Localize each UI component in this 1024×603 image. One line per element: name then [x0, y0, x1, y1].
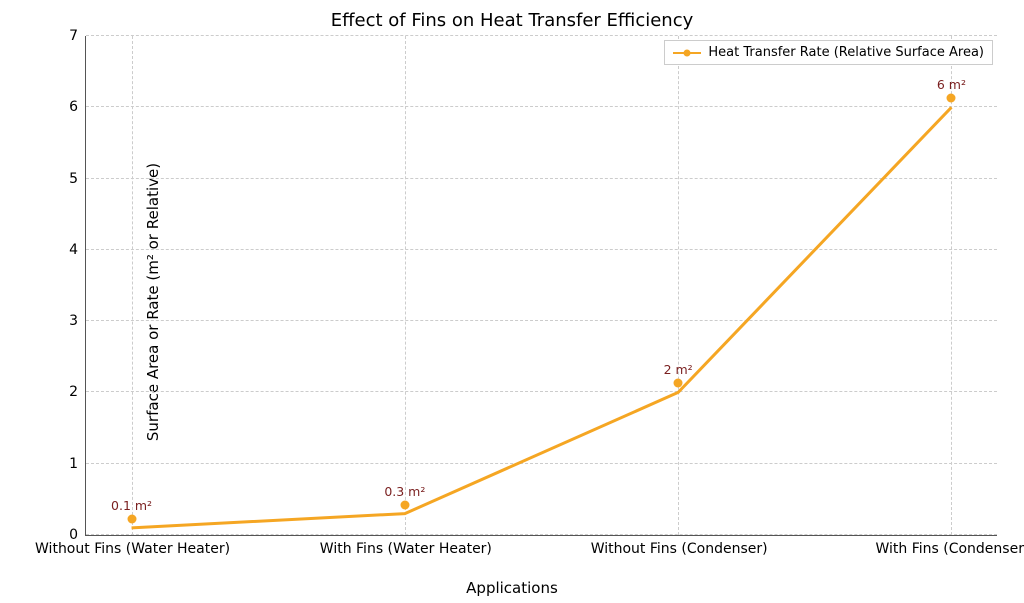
legend-label: Heat Transfer Rate (Relative Surface Are…	[708, 45, 984, 60]
legend: Heat Transfer Rate (Relative Surface Are…	[664, 40, 993, 65]
legend-marker-icon	[673, 48, 701, 58]
ytick-label: 3	[69, 313, 78, 329]
ytick-label: 2	[69, 384, 78, 400]
ytick-label: 6	[69, 99, 78, 115]
xtick-label: Without Fins (Condenser)	[591, 541, 768, 557]
plot-area: Heat Transfer Rate (Relative Surface Are…	[85, 36, 997, 536]
ytick-label: 7	[69, 28, 78, 44]
x-axis-label: Applications	[0, 579, 1024, 597]
data-annotation: 2 m²	[664, 362, 693, 377]
data-point	[674, 379, 683, 388]
data-annotation: 0.3 m²	[384, 484, 425, 499]
series-line	[86, 36, 997, 535]
ytick-label: 5	[69, 171, 78, 187]
data-point	[947, 94, 956, 103]
chart-title: Effect of Fins on Heat Transfer Efficien…	[0, 10, 1024, 31]
xtick-label: With Fins (Water Heater)	[320, 541, 492, 557]
data-annotation: 0.1 m²	[111, 498, 152, 513]
ytick-label: 1	[69, 456, 78, 472]
xtick-label: With Fins (Condenser)	[875, 541, 1024, 557]
ytick-label: 4	[69, 242, 78, 258]
xtick-label: Without Fins (Water Heater)	[35, 541, 230, 557]
chart-container: Effect of Fins on Heat Transfer Efficien…	[0, 0, 1024, 603]
data-annotation: 6 m²	[937, 77, 966, 92]
data-point	[400, 500, 409, 509]
data-point	[127, 514, 136, 523]
